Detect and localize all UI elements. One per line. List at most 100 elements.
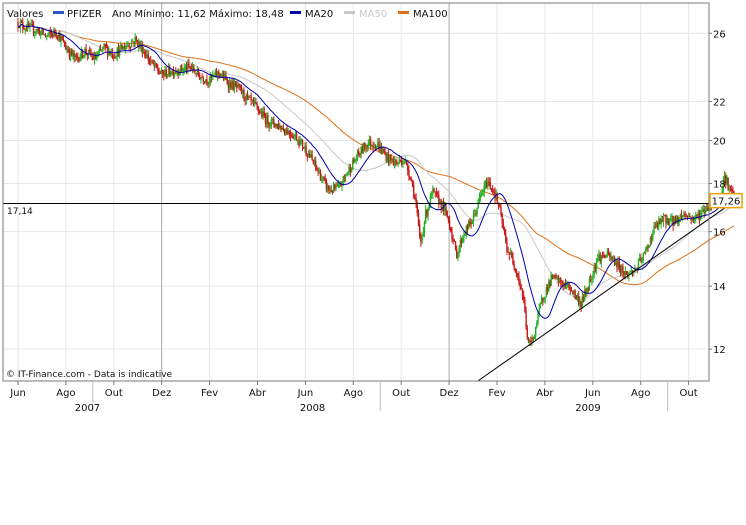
candle-body (436, 193, 439, 195)
candle-body (304, 146, 306, 149)
legend-ma100-swatch (398, 11, 409, 14)
candle-body (38, 29, 41, 36)
x-tick-label: Out (680, 388, 698, 399)
candle-body (233, 82, 236, 90)
candle-body (604, 257, 606, 258)
candle-body (216, 71, 219, 77)
candle-body (611, 256, 613, 261)
candle-body (146, 54, 148, 59)
x-tick-label: Dez (440, 388, 459, 399)
candle-body (334, 184, 336, 189)
candle-body (255, 101, 257, 104)
candle-body (619, 269, 622, 273)
candle-body (24, 29, 26, 31)
candle-body (464, 235, 466, 236)
candle-body (269, 124, 271, 127)
candle-body (195, 73, 197, 76)
candle-body (466, 226, 469, 230)
candle-body (378, 142, 380, 151)
candle-body (530, 340, 532, 342)
candle-body (677, 216, 679, 223)
candle-body (305, 146, 307, 155)
candle-body (104, 44, 106, 47)
candle-body (408, 170, 410, 177)
candle-body (361, 146, 364, 153)
candle-body (538, 308, 540, 312)
candle-body (300, 139, 303, 141)
candle-body (603, 255, 605, 258)
legend-ma50-swatch (344, 11, 355, 14)
candle-body (522, 295, 525, 300)
candle-body (558, 278, 561, 283)
candle-body (591, 279, 593, 281)
candle-body (166, 74, 169, 77)
candle-body (434, 191, 436, 193)
candle-body (513, 264, 515, 269)
candle-body (141, 44, 144, 54)
candle-body (379, 145, 381, 151)
candle-body (399, 159, 402, 162)
candle-body (263, 111, 265, 117)
candle-body (588, 279, 591, 291)
candle-body (42, 28, 44, 35)
candle-body (528, 340, 531, 342)
candle-body (132, 41, 134, 43)
candle-body (655, 222, 658, 227)
candle-body (175, 72, 177, 74)
candle-body (413, 184, 415, 197)
candle-body (265, 115, 268, 124)
candle-body (147, 54, 150, 60)
candle-body (647, 246, 649, 248)
candle-body (511, 252, 513, 258)
candle-body (389, 154, 391, 163)
candle-body (128, 45, 130, 47)
candle-body (524, 299, 526, 312)
candle-body (208, 81, 210, 83)
candle-body (259, 111, 262, 113)
candle-body (597, 258, 599, 262)
candle-body (95, 55, 97, 59)
candle-body (43, 34, 46, 36)
candle-body (152, 60, 154, 64)
candle-body (200, 77, 202, 80)
candle-body (589, 279, 592, 281)
candle-body (309, 154, 311, 158)
candle-body (47, 35, 49, 36)
legend-stats: Ano Mínimo: 11,62 Máximo: 18,48 (112, 8, 284, 20)
candle-body (457, 252, 459, 259)
candle-body (310, 154, 312, 158)
candle-body (403, 162, 405, 164)
candle-body (65, 46, 67, 50)
candle-body (612, 259, 615, 261)
y-tick-label: 22 (713, 98, 726, 109)
y-tick-label: 16 (713, 228, 726, 239)
candle-body (508, 252, 511, 255)
candle-body (301, 139, 304, 148)
candle-body (617, 260, 619, 268)
candle-body (74, 55, 77, 58)
candle-body (520, 286, 523, 290)
candle-body (254, 101, 256, 103)
candle-body (281, 127, 283, 130)
candle-body (60, 36, 62, 42)
candle-body (319, 171, 322, 181)
candle-body (133, 41, 135, 44)
candle-body (503, 228, 506, 235)
candle-body (311, 154, 313, 160)
candle-body (542, 298, 544, 301)
candle-body (306, 154, 309, 157)
candle-body (318, 171, 320, 173)
candle-body (286, 129, 288, 135)
candle-body (303, 147, 305, 149)
candle-body (539, 303, 542, 309)
candle-body (283, 129, 286, 134)
candle-body (55, 33, 57, 36)
candle-body (57, 34, 60, 39)
candle-body (452, 238, 454, 240)
candle-body (366, 145, 368, 148)
candle-body (93, 55, 96, 60)
candle-body (202, 77, 205, 82)
candle-body (365, 145, 367, 149)
candle-body (68, 51, 71, 57)
candle-body (552, 274, 555, 280)
